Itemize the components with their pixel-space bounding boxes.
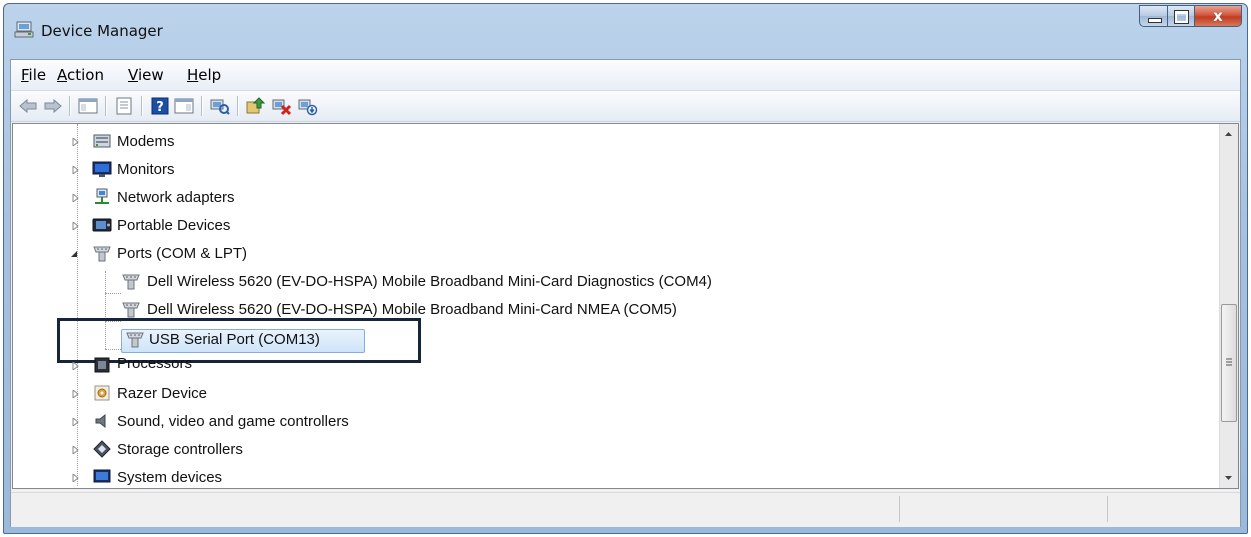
tree-item-port-com4[interactable]: Dell Wireless 5620 (EV-DO-HSPA) Mobile B… xyxy=(13,270,913,294)
port-icon xyxy=(93,246,111,262)
tree-item-razer-device[interactable]: Razer Device xyxy=(13,382,813,406)
tree-item-label: Monitors xyxy=(117,161,175,178)
collapse-arrow-icon[interactable] xyxy=(71,250,78,258)
modem-icon xyxy=(93,134,111,148)
menu-help[interactable]: Help xyxy=(187,66,221,84)
status-bar xyxy=(11,492,1240,527)
system-device-icon xyxy=(93,469,111,483)
portable-device-icon xyxy=(92,218,112,232)
expand-arrow-icon[interactable] xyxy=(72,390,79,398)
tree-item-label: Dell Wireless 5620 (EV-DO-HSPA) Mobile B… xyxy=(147,273,712,290)
tree-item-monitors[interactable]: Monitors xyxy=(13,158,813,182)
expand-arrow-icon[interactable] xyxy=(72,166,79,174)
status-panel xyxy=(1107,496,1238,522)
port-icon xyxy=(122,302,140,318)
client-area: File Action View Help ? Modems Monitors … xyxy=(10,59,1241,527)
window-title: Device Manager xyxy=(41,22,163,40)
tree-item-label: Processors xyxy=(117,355,193,372)
svg-text:?: ? xyxy=(156,100,164,115)
scroll-down-icon[interactable] xyxy=(1220,469,1237,486)
scroll-up-icon[interactable] xyxy=(1220,126,1237,143)
processor-icon xyxy=(94,357,110,373)
tree-item-modems[interactable]: Modems xyxy=(13,130,813,154)
expand-arrow-icon[interactable] xyxy=(72,418,79,426)
scrollbar-thumb[interactable] xyxy=(1221,304,1237,422)
port-icon xyxy=(122,274,140,290)
device-manager-app-icon xyxy=(14,21,34,38)
tree-item-label: System devices xyxy=(117,469,223,486)
expand-arrow-icon[interactable] xyxy=(72,474,79,482)
menu-action[interactable]: Action xyxy=(57,66,104,84)
network-adapter-icon xyxy=(95,188,109,204)
menu-file[interactable]: File xyxy=(21,66,46,84)
title-bar[interactable]: Device Manager x xyxy=(4,4,1247,56)
toolbar-separator xyxy=(105,96,107,116)
tree-item-ports[interactable]: Ports (COM & LPT) xyxy=(13,242,813,266)
toolbar-separator xyxy=(69,96,71,116)
device-tree[interactable]: Modems Monitors Network adapters Portabl… xyxy=(12,123,1239,489)
help-icon[interactable]: ? xyxy=(149,96,171,116)
tree-item-sound-video-game[interactable]: Sound, video and game controllers xyxy=(13,410,813,434)
properties-icon[interactable] xyxy=(113,96,135,116)
grip-icon xyxy=(1226,358,1232,366)
scan-hardware-changes-icon[interactable] xyxy=(209,96,231,116)
vertical-scrollbar[interactable] xyxy=(1219,124,1238,488)
tree-item-portable-devices[interactable]: Portable Devices xyxy=(13,214,813,238)
toolbar-separator xyxy=(237,96,239,116)
tree-item-label: Razer Device xyxy=(117,385,208,402)
maximize-button[interactable] xyxy=(1168,5,1195,27)
uninstall-icon[interactable] xyxy=(271,96,293,116)
toolbar: ? xyxy=(11,91,1240,122)
expand-arrow-icon[interactable] xyxy=(72,194,79,202)
close-icon: x xyxy=(1213,7,1223,25)
expand-arrow-icon[interactable] xyxy=(72,138,79,146)
tree-item-label: Sound, video and game controllers xyxy=(117,413,349,430)
toolbar-separator xyxy=(141,96,143,116)
storage-controller-icon xyxy=(93,440,111,458)
tree-item-label: Network adapters xyxy=(117,189,235,206)
close-button[interactable]: x xyxy=(1195,5,1242,27)
toolbar-separator xyxy=(201,96,203,116)
expand-arrow-icon[interactable] xyxy=(72,222,79,230)
razer-device-icon xyxy=(94,385,110,401)
tree-item-label: Ports (COM & LPT) xyxy=(117,245,248,262)
expand-arrow-icon[interactable] xyxy=(72,446,79,454)
menu-bar: File Action View Help xyxy=(11,60,1240,91)
tree-item-label: Dell Wireless 5620 (EV-DO-HSPA) Mobile B… xyxy=(147,301,677,318)
update-driver-icon[interactable] xyxy=(245,96,267,116)
tree-item-label: Portable Devices xyxy=(117,217,231,234)
forward-arrow-icon[interactable] xyxy=(42,96,64,116)
tree-item-system-devices[interactable]: System devices xyxy=(13,466,813,488)
status-panel xyxy=(899,496,1106,522)
window-controls: x xyxy=(1139,5,1242,29)
tree-item-processors[interactable]: Processors xyxy=(13,354,813,378)
tree-item-storage-controllers[interactable]: Storage controllers xyxy=(13,438,813,462)
device-manager-window: Device Manager x File Action View Help ?… xyxy=(3,3,1248,534)
disable-device-icon[interactable] xyxy=(297,96,319,116)
monitor-icon xyxy=(92,161,112,177)
menu-view[interactable]: View xyxy=(128,66,164,84)
show-action-pane-icon[interactable] xyxy=(173,96,195,116)
speaker-icon xyxy=(95,413,106,429)
tree-item-label: Modems xyxy=(117,133,175,150)
show-hide-console-tree-icon[interactable] xyxy=(77,96,99,116)
tree-item-label: Storage controllers xyxy=(117,441,243,458)
expand-arrow-icon[interactable] xyxy=(72,362,79,370)
tree-item-network-adapters[interactable]: Network adapters xyxy=(13,186,813,210)
minimize-button[interactable] xyxy=(1139,5,1168,27)
back-arrow-icon[interactable] xyxy=(17,96,39,116)
